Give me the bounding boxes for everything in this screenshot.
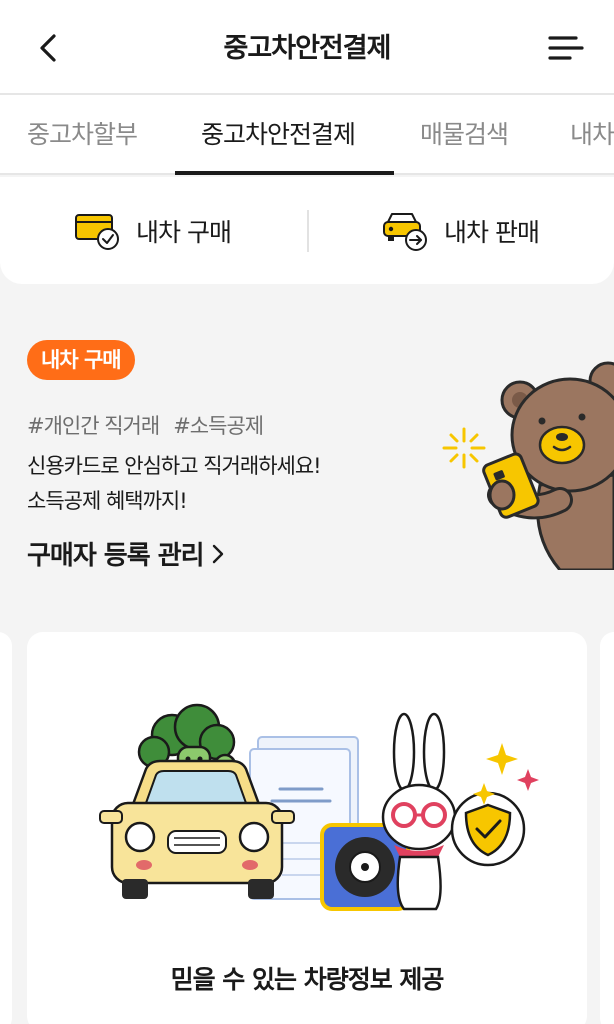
promo-description-line-2: 소득공제 혜택까지! xyxy=(27,489,188,513)
card-check-icon xyxy=(75,214,119,250)
page-title: 중고차안전결제 xyxy=(223,33,392,64)
bear-mascot-illustration xyxy=(442,361,614,570)
buyer-registration-label: 구매자 등록 관리 xyxy=(27,541,205,571)
menu-icon[interactable] xyxy=(546,30,586,66)
card-caption: 믿을 수 있는 차량정보 제공 xyxy=(170,965,445,994)
buy-my-car-button[interactable]: 내차 구매 xyxy=(74,209,232,253)
promo-tags: #개인간 직거래 #소득공제 xyxy=(27,410,264,440)
active-tab-indicator xyxy=(175,171,394,175)
quick-actions-divider xyxy=(307,210,309,252)
tab-safe-payment[interactable]: 중고차안전결제 xyxy=(201,115,356,151)
promo-description-line-1: 신용카드로 안심하고 직거래하세요! xyxy=(27,454,322,478)
promo-tag: #소득공제 xyxy=(173,414,264,438)
promo-tag: #개인간 직거래 xyxy=(27,414,160,438)
app-header: 중고차안전결제 xyxy=(0,0,614,95)
tab-bar: 중고차할부 중고차안전결제 매물검색 내차 xyxy=(0,95,614,175)
carousel-card[interactable]: 믿을 수 있는 차량정보 제공 xyxy=(27,632,587,1024)
promo-badge: 내차 구매 xyxy=(27,340,135,380)
car-transfer-icon xyxy=(383,213,427,251)
buyer-registration-link[interactable]: 구매자 등록 관리 xyxy=(27,535,226,572)
sell-my-car-label: 내차 판매 xyxy=(444,218,540,247)
tab-listing-search[interactable]: 매물검색 xyxy=(420,115,509,151)
chevron-right-icon xyxy=(212,544,223,563)
carousel-card-next[interactable] xyxy=(600,632,614,1024)
tab-my-car[interactable]: 내차 xyxy=(570,115,614,151)
buy-my-car-label: 내차 구매 xyxy=(136,218,232,247)
tab-used-car-installment[interactable]: 중고차할부 xyxy=(27,115,138,151)
vehicle-info-illustration xyxy=(99,703,539,911)
quick-actions: 내차 구매 내차 판매 xyxy=(0,177,614,284)
carousel-card-previous[interactable] xyxy=(0,632,12,1024)
sell-my-car-button[interactable]: 내차 판매 xyxy=(382,209,540,253)
